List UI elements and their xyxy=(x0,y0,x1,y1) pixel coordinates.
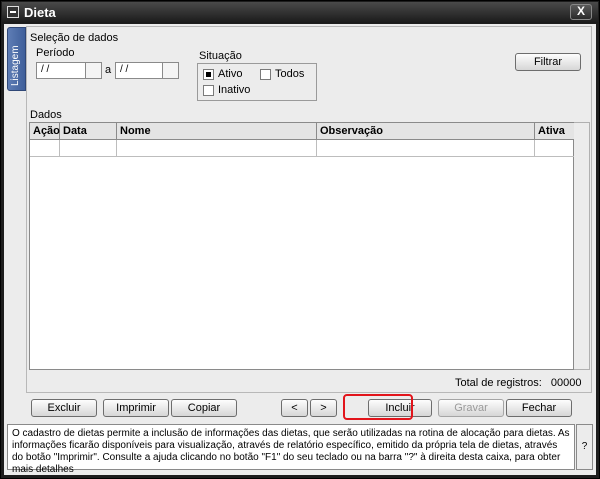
dados-grid: Ação Data Nome Observação Ativa xyxy=(29,122,575,370)
ativo-checkbox[interactable] xyxy=(203,69,214,80)
calendar-icon[interactable] xyxy=(85,63,101,78)
situacao-group: Ativo Todos Inativo xyxy=(197,63,317,101)
dados-group-label: Dados xyxy=(30,109,62,121)
prev-button[interactable]: < xyxy=(281,399,308,417)
calendar-icon[interactable] xyxy=(162,63,178,78)
grid-scrollbar[interactable] xyxy=(574,122,590,370)
dieta-window: Dieta X Listagem Seleção de dados Períod… xyxy=(0,0,600,479)
col-observacao[interactable]: Observação xyxy=(317,123,535,140)
tab-listagem-label: Listagem xyxy=(10,45,21,86)
window-title: Dieta xyxy=(24,5,56,20)
gravar-button[interactable]: Gravar xyxy=(438,399,504,417)
window-menu-icon[interactable] xyxy=(7,6,19,18)
col-nome[interactable]: Nome xyxy=(117,123,317,140)
action-toolbar: Excluir Imprimir Copiar < > Incluir Grav… xyxy=(26,395,592,421)
table-row[interactable] xyxy=(30,140,575,157)
listagem-panel: Seleção de dados Período / / a / / Situa… xyxy=(26,26,592,393)
total-label: Total de registros: xyxy=(455,377,542,389)
inativo-checkbox[interactable] xyxy=(203,85,214,96)
periodo-group: Período / / a / / xyxy=(33,47,193,103)
col-acao[interactable]: Ação xyxy=(30,123,60,140)
periodo-label: Período xyxy=(36,47,75,59)
date-to-value: / / xyxy=(120,64,129,75)
todos-label: Todos xyxy=(275,68,305,80)
col-data[interactable]: Data xyxy=(60,123,117,140)
grid-header: Ação Data Nome Observação Ativa xyxy=(30,123,575,140)
total-registros: Total de registros: 00000 xyxy=(455,377,581,389)
date-from-value: / / xyxy=(41,64,50,75)
date-to-field[interactable]: / / xyxy=(115,62,179,79)
fechar-button[interactable]: Fechar xyxy=(506,399,572,417)
situacao-label: Situação xyxy=(199,50,242,62)
inativo-label: Inativo xyxy=(218,84,251,96)
ativo-label: Ativo xyxy=(218,68,243,80)
col-ativa[interactable]: Ativa xyxy=(535,123,575,140)
incluir-highlight xyxy=(343,394,413,420)
date-from-field[interactable]: / / xyxy=(36,62,102,79)
help-button[interactable]: ? xyxy=(576,424,593,470)
next-button[interactable]: > xyxy=(310,399,337,417)
excluir-button[interactable]: Excluir xyxy=(31,399,97,417)
total-value: 00000 xyxy=(550,377,582,389)
info-text-box: O cadastro de dietas permite a inclusão … xyxy=(7,424,575,475)
imprimir-button[interactable]: Imprimir xyxy=(103,399,169,417)
close-button[interactable]: X xyxy=(570,4,592,20)
window-client: Listagem Seleção de dados Período / / a … xyxy=(4,24,596,475)
info-text: O cadastro de dietas permite a inclusão … xyxy=(12,428,570,475)
tab-listagem[interactable]: Listagem xyxy=(7,27,26,91)
copiar-button[interactable]: Copiar xyxy=(171,399,237,417)
filtrar-button[interactable]: Filtrar xyxy=(515,53,581,71)
date-separator: a xyxy=(105,64,112,76)
todos-checkbox[interactable] xyxy=(260,69,271,80)
selecao-group-label: Seleção de dados xyxy=(30,32,119,44)
title-bar: Dieta X xyxy=(2,2,598,23)
